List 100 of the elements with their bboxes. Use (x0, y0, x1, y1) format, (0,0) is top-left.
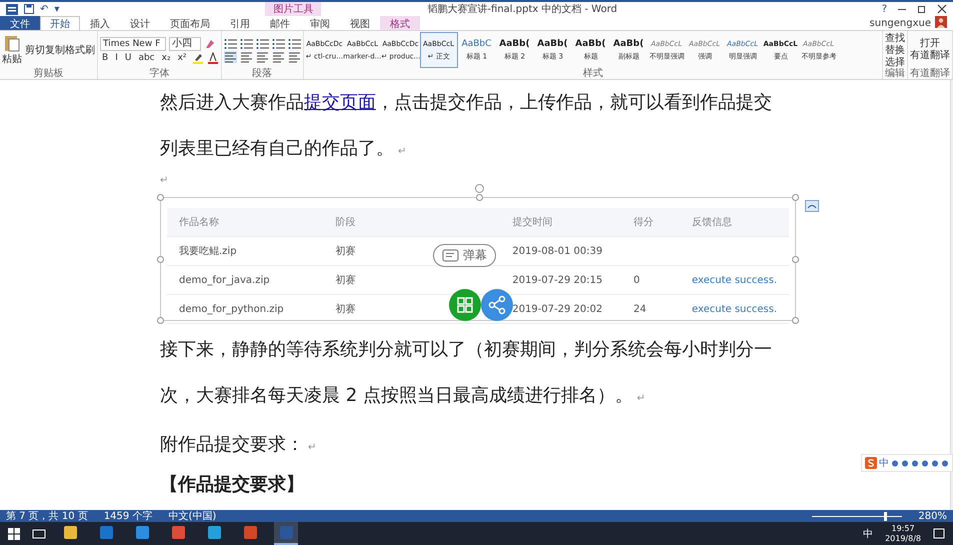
table-cell: 初赛 (336, 246, 356, 257)
window-title: 韬鹏大赛宣讲-final.pptx 中的文档 - Word (427, 2, 618, 16)
document-paragraph: 然后进入大赛作品提交页面，点击提交作品，上传作品，就可以看到作品提交列表里已经有自己的作品了。 ↵ (160, 91, 773, 161)
table-cell: demo_for_python.zip (179, 304, 284, 314)
avatar-icon[interactable] (935, 16, 947, 28)
editing-command[interactable]: 替换 (885, 44, 905, 56)
ribbon-tab[interactable]: 格式 (380, 16, 420, 30)
list-icon[interactable] (224, 38, 236, 50)
ime-mode[interactable]: 中 (879, 456, 889, 470)
editing-command[interactable]: 选择 (885, 56, 905, 68)
clipboard-command[interactable]: 复制 (45, 44, 65, 56)
clipboard-command[interactable]: 格式刷 (65, 44, 95, 56)
ribbon-tab[interactable]: 页面布局 (160, 16, 220, 30)
save-icon[interactable] (24, 4, 34, 14)
document-link[interactable]: 提交页面 (304, 92, 376, 113)
close-icon[interactable] (937, 4, 947, 14)
align-icon[interactable] (288, 50, 300, 62)
group-label: 剪贴板 (32, 68, 64, 79)
danmaku-button[interactable]: 弹幕 (433, 244, 496, 267)
list-icon[interactable] (256, 38, 268, 50)
table-cell: 初赛 (336, 304, 356, 315)
ime-logo-icon[interactable] (865, 457, 877, 469)
format-button[interactable]: I (113, 52, 120, 62)
table-cell: 初赛 (336, 275, 356, 286)
layout-options-icon[interactable] (805, 200, 819, 212)
paste-button[interactable]: 粘贴 (2, 34, 22, 66)
word-count[interactable]: 1459 个字 (104, 509, 152, 523)
selection-handle[interactable] (157, 317, 164, 324)
table-cell: 0 (634, 274, 640, 286)
align-icon[interactable] (224, 50, 236, 62)
help-button[interactable]: ? (882, 4, 887, 14)
column-header: 作品名称 (167, 208, 324, 236)
page-count[interactable]: 第 7 页，共 10 页 (6, 509, 88, 523)
rotate-handle[interactable] (475, 184, 484, 193)
zoom-level[interactable]: 280% (918, 510, 947, 522)
windows-start-icon[interactable] (8, 528, 20, 540)
format-button[interactable]: U (122, 52, 134, 62)
ribbon-tab[interactable]: 邮件 (260, 16, 300, 30)
selection-handle[interactable] (792, 194, 799, 201)
column-header: 反馈信息 (680, 208, 789, 236)
column-header: 阶段 (324, 208, 500, 236)
ribbon-tab[interactable]: 设计 (120, 16, 160, 30)
column-header: 提交时间 (500, 208, 622, 236)
table-cell: execute success. (692, 274, 777, 286)
paragraph-mark: ↵ (160, 175, 168, 188)
format-button[interactable]: x₂ (160, 52, 173, 62)
selection-handle[interactable] (157, 194, 164, 201)
selection-handle[interactable] (792, 317, 799, 324)
format-button[interactable]: abc (136, 52, 157, 62)
document-paragraph: 接下来，静静的等待系统判分就可以了（初赛期间，判分系统会每小时判分一次，大赛排名每天凌晨 2 点按照当日最高成绩进行排名）。 ↵ (160, 338, 773, 408)
clock-date[interactable]: 2019/8/8 (885, 534, 921, 544)
list-icon[interactable] (288, 38, 300, 50)
notification-icon[interactable] (933, 528, 945, 540)
table-cell: 2019-07-29 20:15 (512, 274, 602, 286)
ribbon-tab[interactable]: 引用 (220, 16, 260, 30)
align-icon[interactable] (256, 50, 268, 62)
align-icon[interactable] (272, 50, 284, 62)
group-label: 编辑 (885, 68, 905, 79)
format-button[interactable]: B (100, 52, 110, 62)
qr-code-button[interactable] (449, 289, 481, 321)
table-cell: 2019-08-01 00:39 (512, 246, 602, 256)
share-button[interactable] (481, 289, 513, 321)
ime-indicator[interactable]: 中 (863, 526, 874, 540)
font-name-field[interactable]: Times New F (100, 36, 166, 50)
ribbon-tab[interactable]: 文件 (0, 16, 40, 30)
ribbon-tab[interactable]: 审阅 (300, 16, 340, 30)
ribbon-tab[interactable]: 插入 (80, 16, 120, 30)
clock-time[interactable]: 19:57 (892, 524, 915, 534)
language-indicator[interactable]: 中文(中国) (168, 509, 216, 523)
group-label: 样式 (582, 68, 604, 79)
clipboard-command[interactable]: 剪切 (25, 44, 45, 56)
highlight-icon[interactable] (192, 52, 204, 64)
restore-icon[interactable] (917, 4, 927, 14)
table-cell: 24 (634, 304, 646, 314)
selection-handle[interactable] (157, 256, 164, 263)
translate-button[interactable]: 打开 有道翻译 (910, 38, 950, 62)
taskbar-app-icon[interactable] (274, 522, 298, 545)
align-icon[interactable] (240, 50, 252, 62)
ribbon-tab[interactable]: 开始 (40, 16, 80, 30)
ribbon-tab[interactable]: 视图 (340, 16, 380, 30)
table-cell: 2019-07-29 20:02 (512, 304, 602, 314)
editing-command[interactable]: 查找 (885, 32, 905, 44)
table-cell: 我要吃鲲.zip (179, 246, 237, 257)
danmaku-icon (442, 249, 460, 262)
contextual-group-label: 图片工具 (273, 2, 314, 16)
font-size-field[interactable]: 小四 (169, 36, 201, 50)
undo-button[interactable]: ↶ (40, 4, 48, 14)
list-icon[interactable] (240, 38, 252, 50)
task-view-icon[interactable] (32, 528, 46, 540)
group-label: 字体 (148, 68, 170, 79)
quick-access-dropdown[interactable]: ▾ (54, 4, 60, 14)
table-cell: demo_for_java.zip (179, 274, 270, 286)
font-color-icon[interactable] (206, 52, 218, 64)
format-button[interactable]: x² (176, 52, 188, 62)
selection-handle[interactable] (476, 194, 483, 201)
selection-handle[interactable] (792, 256, 799, 263)
group-label: 有道翻译 (910, 68, 950, 79)
user-name[interactable]: sungengxue (870, 18, 931, 28)
list-icon[interactable] (272, 38, 284, 50)
group-label: 段落 (251, 68, 273, 79)
